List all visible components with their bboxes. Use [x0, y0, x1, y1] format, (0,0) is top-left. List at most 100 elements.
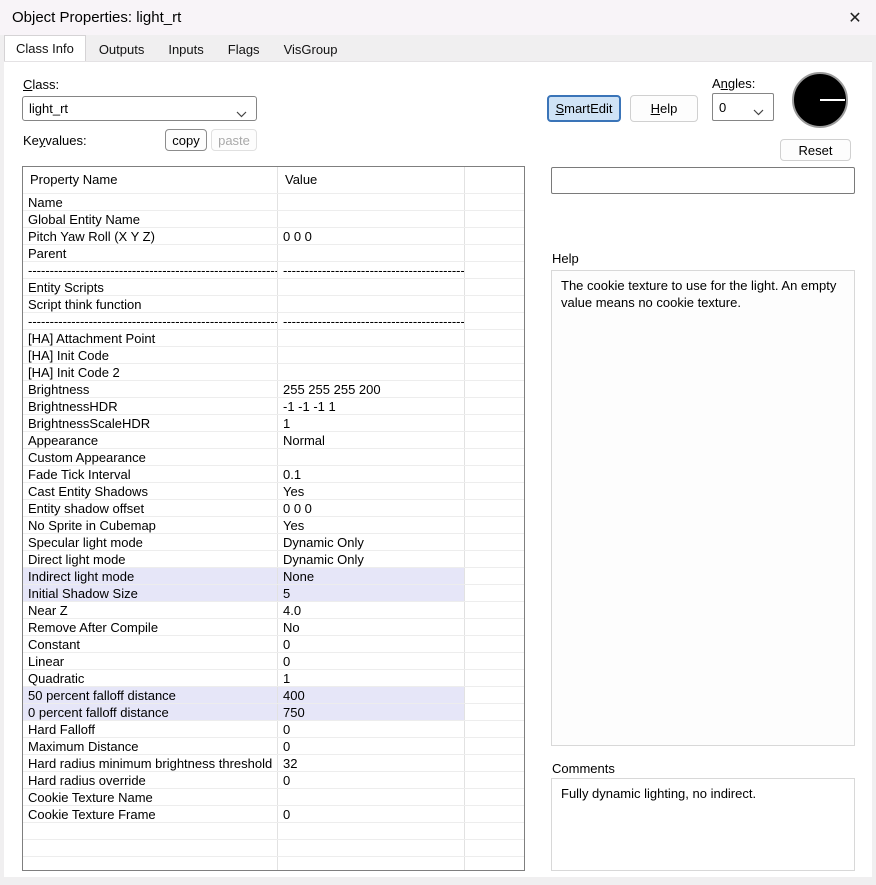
- table-row[interactable]: Remove After CompileNo: [23, 619, 524, 636]
- property-value-cell[interactable]: 0: [278, 806, 465, 822]
- property-value-cell[interactable]: [278, 194, 465, 210]
- property-value-cell[interactable]: None: [278, 568, 465, 584]
- table-row[interactable]: Linear0: [23, 653, 524, 670]
- smartedit-button[interactable]: SmartEdit: [547, 95, 621, 122]
- table-row[interactable]: Cookie Texture Name: [23, 789, 524, 806]
- property-name-cell[interactable]: Hard Falloff: [23, 721, 278, 737]
- property-value-cell[interactable]: No: [278, 619, 465, 635]
- table-row[interactable]: Maximum Distance0: [23, 738, 524, 755]
- property-name-cell[interactable]: Remove After Compile: [23, 619, 278, 635]
- table-row[interactable]: [HA] Attachment Point: [23, 330, 524, 347]
- table-row[interactable]: Specular light modeDynamic Only: [23, 534, 524, 551]
- table-row[interactable]: BrightnessScaleHDR1: [23, 415, 524, 432]
- property-name-cell[interactable]: Cookie Texture Frame: [23, 806, 278, 822]
- table-row[interactable]: Pitch Yaw Roll (X Y Z)0 0 0: [23, 228, 524, 245]
- property-value-cell[interactable]: 0: [278, 636, 465, 652]
- property-value-cell[interactable]: Normal: [278, 432, 465, 448]
- table-row[interactable]: Initial Shadow Size5: [23, 585, 524, 602]
- property-value-cell[interactable]: Dynamic Only: [278, 534, 465, 550]
- property-value-cell[interactable]: [278, 789, 465, 805]
- property-value-cell[interactable]: [278, 347, 465, 363]
- property-name-cell[interactable]: [23, 857, 278, 871]
- separator-row[interactable]: ----------------------------------------…: [23, 262, 524, 279]
- property-name-cell[interactable]: Direct light mode: [23, 551, 278, 567]
- property-name-cell[interactable]: Appearance: [23, 432, 278, 448]
- table-row[interactable]: Near Z4.0: [23, 602, 524, 619]
- property-value-cell[interactable]: 0 0 0: [278, 500, 465, 516]
- property-value-cell[interactable]: 4.0: [278, 602, 465, 618]
- table-row[interactable]: Name: [23, 194, 524, 211]
- table-row[interactable]: Quadratic1: [23, 670, 524, 687]
- table-row[interactable]: Hard radius minimum brightness threshold…: [23, 755, 524, 772]
- property-name-cell[interactable]: ----------------------------------------…: [23, 262, 278, 278]
- property-value-cell[interactable]: 5: [278, 585, 465, 601]
- property-value-cell[interactable]: 0: [278, 772, 465, 788]
- property-value-cell[interactable]: 0.1: [278, 466, 465, 482]
- table-row[interactable]: Parent: [23, 245, 524, 262]
- property-name-cell[interactable]: Global Entity Name: [23, 211, 278, 227]
- property-value-cell[interactable]: 0: [278, 721, 465, 737]
- property-value-cell[interactable]: 400: [278, 687, 465, 703]
- table-row[interactable]: [23, 823, 524, 840]
- property-name-cell[interactable]: Hard radius override: [23, 772, 278, 788]
- table-row[interactable]: Hard Falloff0: [23, 721, 524, 738]
- table-row[interactable]: Cast Entity ShadowsYes: [23, 483, 524, 500]
- copy-button[interactable]: copy: [165, 129, 207, 151]
- property-name-cell[interactable]: Pitch Yaw Roll (X Y Z): [23, 228, 278, 244]
- property-name-cell[interactable]: [HA] Init Code 2: [23, 364, 278, 380]
- table-row[interactable]: Fade Tick Interval0.1: [23, 466, 524, 483]
- table-row[interactable]: Custom Appearance: [23, 449, 524, 466]
- property-name-cell[interactable]: Entity shadow offset: [23, 500, 278, 516]
- property-name-cell[interactable]: No Sprite in Cubemap: [23, 517, 278, 533]
- property-name-cell[interactable]: [23, 823, 278, 839]
- property-name-cell[interactable]: Hard radius minimum brightness threshold: [23, 755, 278, 771]
- table-row[interactable]: [23, 857, 524, 871]
- property-name-cell[interactable]: BrightnessHDR: [23, 398, 278, 414]
- property-value-cell[interactable]: 0 0 0: [278, 228, 465, 244]
- property-name-cell[interactable]: Entity Scripts: [23, 279, 278, 295]
- table-row[interactable]: [23, 840, 524, 857]
- property-value-cell[interactable]: [278, 823, 465, 839]
- table-row[interactable]: Entity shadow offset0 0 0: [23, 500, 524, 517]
- table-row[interactable]: 0 percent falloff distance750: [23, 704, 524, 721]
- property-name-cell[interactable]: Parent: [23, 245, 278, 261]
- property-name-cell[interactable]: ----------------------------------------…: [23, 313, 278, 329]
- angle-dial[interactable]: [792, 72, 848, 128]
- property-name-cell[interactable]: Cookie Texture Name: [23, 789, 278, 805]
- table-row[interactable]: BrightnessHDR-1 -1 -1 1: [23, 398, 524, 415]
- property-value-cell[interactable]: Dynamic Only: [278, 551, 465, 567]
- property-value-cell[interactable]: Yes: [278, 483, 465, 499]
- property-value-cell[interactable]: [278, 211, 465, 227]
- property-value-cell[interactable]: [278, 279, 465, 295]
- property-name-cell[interactable]: Custom Appearance: [23, 449, 278, 465]
- property-name-cell[interactable]: [HA] Init Code: [23, 347, 278, 363]
- property-value-cell[interactable]: [278, 449, 465, 465]
- property-value-cell[interactable]: ----------------------------------------…: [278, 313, 465, 329]
- property-value-cell[interactable]: ----------------------------------------…: [278, 262, 465, 278]
- property-value-cell[interactable]: 0: [278, 738, 465, 754]
- property-table[interactable]: Property Name Value NameGlobal Entity Na…: [22, 166, 525, 871]
- table-row[interactable]: 50 percent falloff distance400: [23, 687, 524, 704]
- close-icon[interactable]: ✕: [842, 5, 868, 31]
- property-value-cell[interactable]: 750: [278, 704, 465, 720]
- property-name-cell[interactable]: Fade Tick Interval: [23, 466, 278, 482]
- property-name-cell[interactable]: 50 percent falloff distance: [23, 687, 278, 703]
- reset-button[interactable]: Reset: [780, 139, 851, 161]
- property-value-cell[interactable]: [278, 364, 465, 380]
- property-value-cell[interactable]: 255 255 255 200: [278, 381, 465, 397]
- property-name-cell[interactable]: Initial Shadow Size: [23, 585, 278, 601]
- property-value-cell[interactable]: 1: [278, 415, 465, 431]
- property-name-cell[interactable]: Maximum Distance: [23, 738, 278, 754]
- table-row[interactable]: Brightness255 255 255 200: [23, 381, 524, 398]
- property-value-cell[interactable]: [278, 330, 465, 346]
- table-row[interactable]: Direct light modeDynamic Only: [23, 551, 524, 568]
- table-row[interactable]: Global Entity Name: [23, 211, 524, 228]
- table-row[interactable]: Hard radius override0: [23, 772, 524, 789]
- table-row[interactable]: Constant0: [23, 636, 524, 653]
- property-name-cell[interactable]: Specular light mode: [23, 534, 278, 550]
- property-value-cell[interactable]: [278, 245, 465, 261]
- table-row[interactable]: Script think function: [23, 296, 524, 313]
- class-combobox[interactable]: light_rt: [22, 96, 257, 121]
- property-value-cell[interactable]: 1: [278, 670, 465, 686]
- table-row[interactable]: Entity Scripts: [23, 279, 524, 296]
